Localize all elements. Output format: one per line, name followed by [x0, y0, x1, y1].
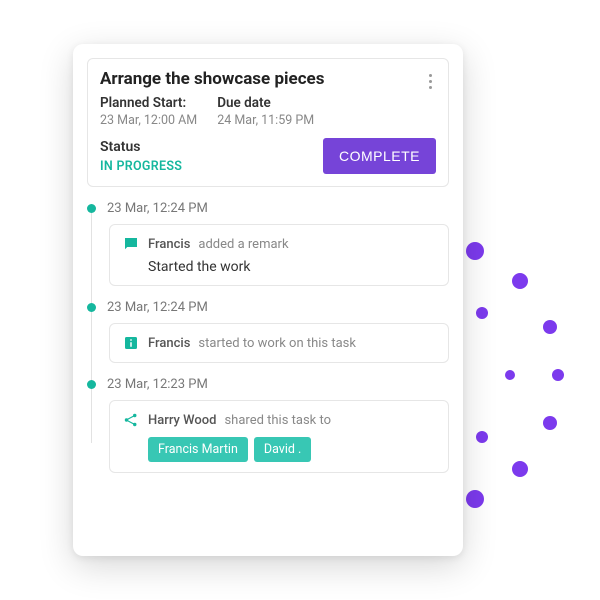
actor-name: Francis [148, 336, 190, 351]
timeline-time: 23 Mar, 12:23 PM [107, 377, 449, 392]
timeline-dot [87, 380, 96, 389]
timeline-card: Francis started to work on this task [109, 323, 449, 363]
status-label: Status [100, 139, 182, 155]
status-value: IN PROGRESS [100, 159, 182, 174]
timeline-time: 23 Mar, 12:24 PM [107, 300, 449, 315]
user-tag[interactable]: Francis Martin [148, 437, 248, 462]
due-date-value: 24 Mar, 11:59 PM [217, 113, 314, 128]
shared-with-tags: Francis Martin David . [148, 437, 436, 462]
timeline-dot [87, 204, 96, 213]
planned-start-value: 23 Mar, 12:00 AM [100, 113, 197, 128]
comment-icon [122, 235, 140, 253]
complete-button[interactable]: COMPLETE [323, 138, 436, 174]
task-header: Arrange the showcase pieces Planned Star… [87, 58, 449, 187]
activity-timeline: 23 Mar, 12:24 PM Francis added a remark … [87, 201, 449, 473]
task-title: Arrange the showcase pieces [100, 69, 436, 89]
action-text: added a remark [198, 237, 288, 252]
remark-text: Started the work [148, 259, 436, 275]
actor-name: Harry Wood [148, 413, 216, 428]
info-icon [122, 334, 140, 352]
task-card: Arrange the showcase pieces Planned Star… [73, 44, 463, 556]
timeline-time: 23 Mar, 12:24 PM [107, 201, 449, 216]
due-date: Due date 24 Mar, 11:59 PM [217, 95, 314, 128]
planned-start: Planned Start: 23 Mar, 12:00 AM [100, 95, 197, 128]
share-icon [122, 411, 140, 429]
timeline-item: 23 Mar, 12:24 PM Francis added a remark … [103, 201, 449, 286]
timeline-card: Francis added a remark Started the work [109, 224, 449, 286]
timeline-item: 23 Mar, 12:23 PM Harry Wood shared this … [103, 377, 449, 473]
status: Status IN PROGRESS [100, 139, 182, 174]
action-text: started to work on this task [198, 336, 356, 351]
due-date-label: Due date [217, 95, 314, 111]
action-text: shared this task to [224, 413, 331, 428]
user-tag[interactable]: David . [254, 437, 311, 462]
timeline-item: 23 Mar, 12:24 PM Francis started to work… [103, 300, 449, 363]
planned-start-label: Planned Start: [100, 95, 197, 111]
timeline-dot [87, 303, 96, 312]
actor-name: Francis [148, 237, 190, 252]
more-icon[interactable] [420, 69, 440, 93]
timeline-card: Harry Wood shared this task to Francis M… [109, 400, 449, 473]
